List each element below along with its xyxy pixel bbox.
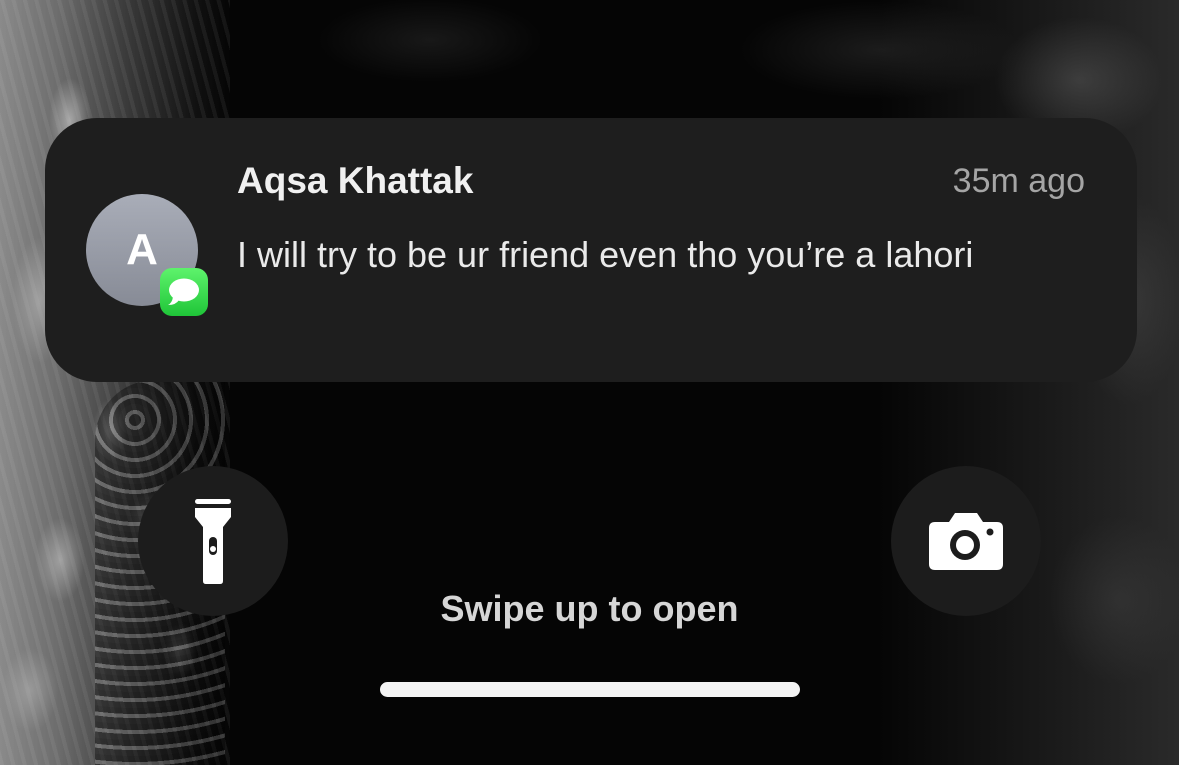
swipe-hint: Swipe up to open bbox=[440, 588, 739, 629]
messages-icon bbox=[160, 268, 208, 316]
avatar-initial: A bbox=[126, 225, 158, 274]
flashlight-icon bbox=[195, 499, 231, 584]
notification-time: 35m ago bbox=[952, 162, 1085, 200]
camera-icon bbox=[929, 513, 1003, 570]
lock-screen: A Aqsa Khattak 35m ago I will try to be … bbox=[0, 0, 1179, 765]
message-preview: I will try to be ur friend even tho you’… bbox=[237, 234, 974, 275]
home-indicator[interactable] bbox=[380, 682, 800, 697]
sender-name: Aqsa Khattak bbox=[237, 160, 474, 201]
